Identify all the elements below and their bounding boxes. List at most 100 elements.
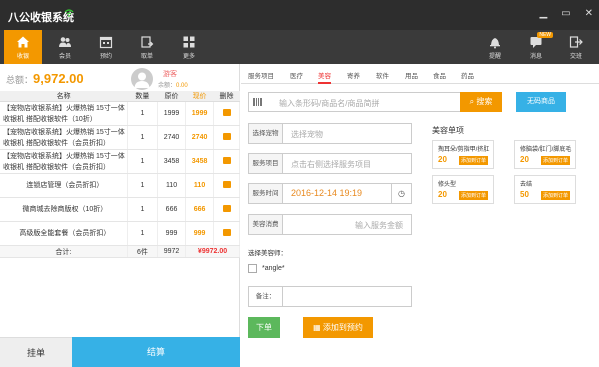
place-order-button[interactable]: 下单 [248,317,280,338]
service-label: 服务项目 [249,154,283,173]
nav-cashier[interactable]: 收银 [4,30,42,64]
item-qty[interactable]: 1 [127,221,159,246]
nav-handover[interactable]: 交班 [557,30,595,64]
item-name: 【宠物店收银系统】火爆热销 15寸一体收银机 搭配收银软件（会员折扣） [0,125,128,150]
amount-placeholder: 输入服务金额 [355,221,403,230]
avatar[interactable] [131,68,153,90]
service-price: 20 [438,155,447,164]
add-to-order-button[interactable]: 添加到订单 [541,156,571,165]
service-name: 修脑袋/肛门/脚底毛 [520,147,572,153]
add-to-order-button[interactable]: 添加到订单 [541,191,571,200]
order-total: 总额：9,972.00 [6,71,84,86]
tab-medicine[interactable]: 药品 [461,70,474,80]
home-icon [17,36,29,48]
table-row[interactable]: 连锁店管理（会员折扣） 1 110 110 [0,173,240,198]
grid-icon [183,36,195,48]
item-orig: 1999 [157,101,187,126]
no-barcode-item-button[interactable]: 无码商品 [516,92,566,112]
service-card[interactable]: 修脑袋/肛门/脚底毛 20 添加到订单 [514,140,576,169]
nav-cashier-label: 收银 [16,54,29,60]
groomer-label: 选择美容师： [248,250,287,257]
time-label: 服务时间 [249,184,283,203]
col-name: 名称 [0,91,128,102]
item-price[interactable]: 666 [185,197,215,222]
restore-button[interactable]: ▭ [561,8,570,19]
remark-input[interactable]: 备注： [248,286,412,307]
add-to-appointment-label: 添加到预约 [322,323,363,332]
close-button[interactable]: ✕ [585,8,593,19]
item-name: 连锁店管理（会员折扣） [0,173,128,198]
search-placeholder: 输入条形码/商品名/商品简拼 [279,99,380,108]
item-price[interactable]: 110 [185,173,215,198]
product-panel: 服务项目 医疗 美容 寄养 软件 用品 食品 药品 输入条形码/商品名/商品简拼… [241,64,599,367]
nav-pickup-order[interactable]: 取单 [128,30,166,64]
service-price: 50 [520,190,529,199]
nav-pickup-order-label: 取单 [140,54,153,60]
table-row[interactable]: 高级版全能套餐（会员折扣） 1 999 999 [0,221,240,246]
item-qty[interactable]: 1 [127,125,159,150]
table-row[interactable]: 【宠物店收银系统】火爆热销 15寸一体收银机 搭配收银软件（会员折扣） 1 27… [0,125,240,150]
item-qty[interactable]: 1 [127,173,159,198]
pet-label: 选择宠物 [249,124,283,143]
service-time-field[interactable]: 服务时间 2016-12-14 19:19 ◷ [248,183,412,204]
search-button[interactable]: ⌕ 搜索 [460,92,502,112]
table-row[interactable]: 【宠物店收银系统】火爆热销 15寸一体收银机 搭配收银软件（会员折扣） 1 34… [0,149,240,174]
delete-icon[interactable] [222,229,231,236]
item-orig: 110 [157,173,187,198]
tab-grooming[interactable]: 美容 [318,64,331,84]
col-qty: 数量 [127,91,158,102]
tab-software[interactable]: 软件 [376,70,389,80]
delete-icon[interactable] [222,133,231,140]
member-name[interactable]: 游客 [163,69,177,79]
nav-remind[interactable]: 提醒 [476,30,514,64]
pet-select-field[interactable]: 选择宠物 选择宠物 [248,123,412,144]
new-badge: NEW [537,32,553,38]
nav-members[interactable]: 会员 [46,30,84,64]
add-to-appointment-button[interactable]: ▦ 添加到预约 [303,317,373,338]
minimize-button[interactable]: ▁ [539,8,547,19]
item-qty[interactable]: 1 [127,101,159,126]
item-price[interactable]: 1999 [185,101,215,126]
item-price[interactable]: 3458 [185,149,215,174]
item-price[interactable]: 2740 [185,125,215,150]
delete-icon[interactable] [222,157,231,164]
item-orig: 999 [157,221,187,246]
item-qty[interactable]: 1 [127,197,159,222]
item-price[interactable]: 999 [185,221,215,246]
tab-medical[interactable]: 医疗 [290,70,303,80]
clock-icon[interactable]: ◷ [391,184,411,203]
service-card[interactable]: 去结 50 添加到订单 [514,175,576,204]
nav-message[interactable]: NEW 消息 [517,30,555,64]
handover-icon [569,36,583,48]
delete-icon[interactable] [222,181,231,188]
tab-boarding[interactable]: 寄养 [347,70,360,80]
amount-input[interactable]: 美容消费 输入服务金额 [248,214,412,235]
item-qty[interactable]: 1 [127,149,159,174]
bell-icon [490,38,500,49]
search-icon: ⌕ [469,97,475,106]
checkout-button[interactable]: 结算 [72,337,240,367]
table-row[interactable]: 【宠物店收银系统】火爆热销 15寸一体收银机 搭配收银软件（10折） 1 199… [0,101,240,126]
col-price: 现价 [185,91,214,102]
table-row[interactable]: 微商城去除商版权（10折） 1 666 666 [0,197,240,222]
service-card[interactable]: 掏耳朵/剪指甲/挤肛 20 添加到订单 [432,140,494,169]
service-select-field[interactable]: 服务项目 点击右侧选择服务项目 [248,153,412,174]
delete-icon[interactable] [222,109,231,116]
hold-order-button[interactable]: 挂单 [0,337,72,367]
delete-cell [213,221,240,246]
col-delete: 删除 [213,91,240,102]
wifi-icon [64,9,74,17]
nav-appointment[interactable]: 预约 [87,30,125,64]
search-input[interactable]: 输入条形码/商品名/商品简拼 [248,92,472,112]
nav-more[interactable]: 更多 [170,30,208,64]
groomer-checkbox[interactable] [248,264,257,273]
tab-food[interactable]: 食品 [433,70,446,80]
service-card[interactable]: 修头型 20 添加到订单 [432,175,494,204]
nav-appointment-label: 预约 [99,54,112,60]
delete-icon[interactable] [222,205,231,212]
search-button-label: 搜索 [476,97,493,106]
tab-services[interactable]: 服务项目 [248,70,274,80]
add-to-order-button[interactable]: 添加到订单 [459,191,489,200]
add-to-order-button[interactable]: 添加到订单 [459,156,489,165]
tab-supplies[interactable]: 用品 [405,70,418,80]
